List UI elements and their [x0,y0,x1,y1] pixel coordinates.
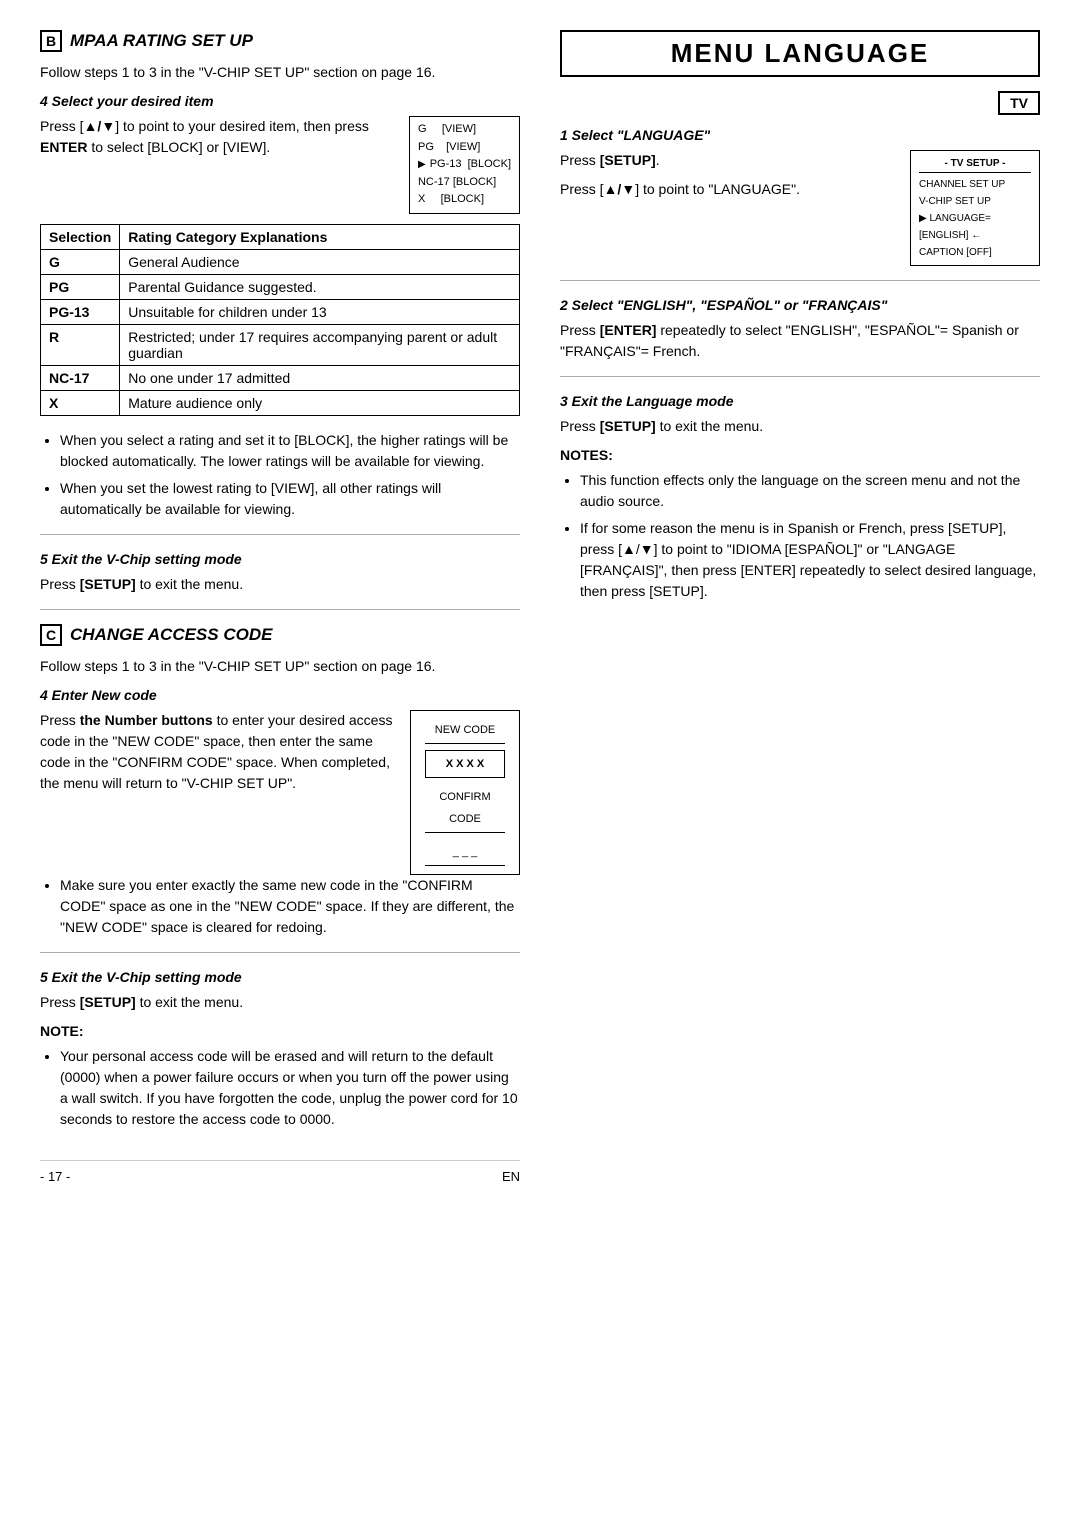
list-item: This function effects only the language … [580,470,1040,512]
table-row: PG [41,274,120,299]
list-item: Make sure you enter exactly the same new… [60,875,520,938]
step3-header-ml: 3 Exit the Language mode [560,391,1040,412]
tv-badge: TV [998,91,1040,115]
step5-text-c: Press [SETUP] to exit the menu. [40,992,520,1013]
step1-ml-container: - TV SETUP - CHANNEL SET UP V-CHIP SET U… [560,150,1040,266]
table-row: General Audience [120,249,520,274]
section-c-header: C CHANGE ACCESS CODE [40,624,520,646]
divider-b2 [40,609,520,610]
list-item: When you set the lowest rating to [VIEW]… [60,478,520,520]
mini-screen-b: G [VIEW] PG [VIEW] ▶ PG-13 [BLOCK] NC-17… [409,116,520,214]
new-code-label: NEW CODE [425,719,505,744]
page-number: - 17 - [40,1169,70,1184]
step2-header-ml: 2 Select "ENGLISH", "ESPAÑOL" or "FRANÇA… [560,295,1040,316]
table-row: Mature audience only [120,390,520,415]
section-c-title: CHANGE ACCESS CODE [70,625,272,645]
ml-notes-label: NOTES: [560,445,1040,466]
tv-screen-title: - TV SETUP - [919,155,1031,173]
table-row: G [41,249,120,274]
section-c-note-list: Your personal access code will be erased… [60,1046,520,1130]
tv-screen-item4: CAPTION [OFF] [919,244,1031,261]
c-note-label: NOTE: [40,1021,520,1042]
page-footer: - 17 - EN [40,1160,520,1184]
step4-header-c: 4 Enter New code [40,685,520,706]
section-b-letter: B [40,30,62,52]
table-row: Unsuitable for children under 13 [120,299,520,324]
step4-header-b: 4 Select your desired item [40,91,520,112]
table-col1-header: Selection [41,224,120,249]
table-row: R [41,324,120,365]
tv-screen-box: - TV SETUP - CHANNEL SET UP V-CHIP SET U… [910,150,1040,266]
step4-c-container: NEW CODE X X X X CONFIRM CODE _ _ _ Pres… [40,710,520,875]
page-lang: EN [502,1169,520,1184]
step5-text-b: Press [SETUP] to exit the menu. [40,574,520,595]
step5-header-b: 5 Exit the V-Chip setting mode [40,549,520,570]
divider-ml1 [560,280,1040,281]
section-c-bullets: Make sure you enter exactly the same new… [60,875,520,938]
divider-ml2 [560,376,1040,377]
step3-text-ml: Press [SETUP] to exit the menu. [560,416,1040,437]
rating-table: Selection Rating Category Explanations G… [40,224,520,416]
tv-screen-item2: V-CHIP SET UP [919,193,1031,210]
divider-c [40,952,520,953]
table-row: NC-17 [41,365,120,390]
table-col2-header: Rating Category Explanations [120,224,520,249]
section-b-title: MPAA RATING SET UP [70,31,253,51]
list-item: If for some reason the menu is in Spanis… [580,518,1040,602]
section-b-header: B MPAA RATING SET UP [40,30,520,52]
menu-language-title: MENU LANGUAGE [560,30,1040,77]
new-code-value: X X X X [425,750,505,778]
ml-notes-list: This function effects only the language … [580,470,1040,602]
step1-header-ml: 1 Select "LANGUAGE" [560,125,1040,146]
confirm-code-value: _ _ _ [425,839,505,866]
section-b-intro: Follow steps 1 to 3 in the "V-CHIP SET U… [40,62,520,83]
code-entry-box: NEW CODE X X X X CONFIRM CODE _ _ _ [410,710,520,875]
section-c-intro: Follow steps 1 to 3 in the "V-CHIP SET U… [40,656,520,677]
confirm-code-label: CONFIRM CODE [425,786,505,833]
table-row: PG-13 [41,299,120,324]
step2-text-ml: Press [ENTER] repeatedly to select "ENGL… [560,320,1040,362]
divider-b [40,534,520,535]
table-row: X [41,390,120,415]
section-c-note-item: Your personal access code will be erased… [60,1046,520,1130]
list-item: When you select a rating and set it to [… [60,430,520,472]
tv-screen-item3: ▶ LANGUAGE=[ENGLISH] ← [919,210,1031,244]
step5-header-c: 5 Exit the V-Chip setting mode [40,967,520,988]
table-row: Parental Guidance suggested. [120,274,520,299]
section-b-bullets: When you select a rating and set it to [… [60,430,520,520]
section-c-letter: C [40,624,62,646]
tv-screen-item1: CHANNEL SET UP [919,176,1031,193]
table-row: Restricted; under 17 requires accompanyi… [120,324,520,365]
table-row: No one under 17 admitted [120,365,520,390]
